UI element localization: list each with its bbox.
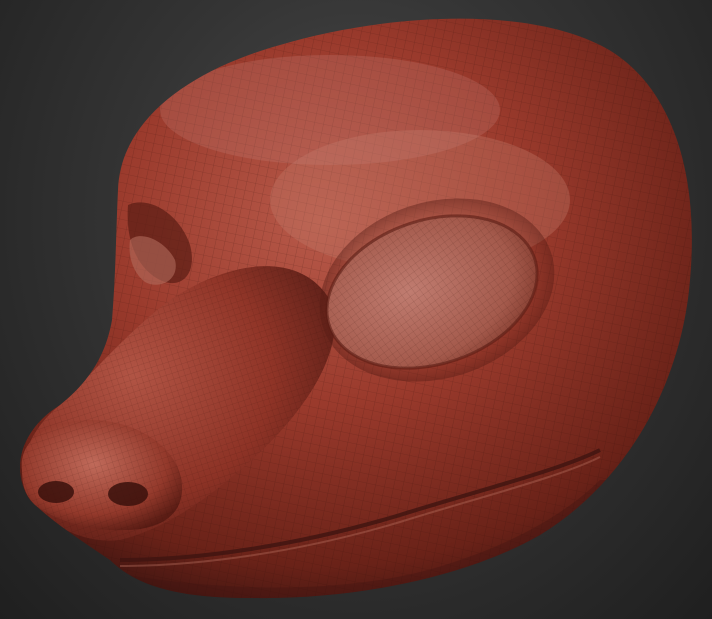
forehead-highlight (160, 55, 500, 165)
head-model-render[interactable] (0, 0, 712, 619)
right-nostril (108, 482, 148, 506)
left-nostril (38, 481, 74, 503)
sculpt-viewport[interactable] (0, 0, 712, 619)
